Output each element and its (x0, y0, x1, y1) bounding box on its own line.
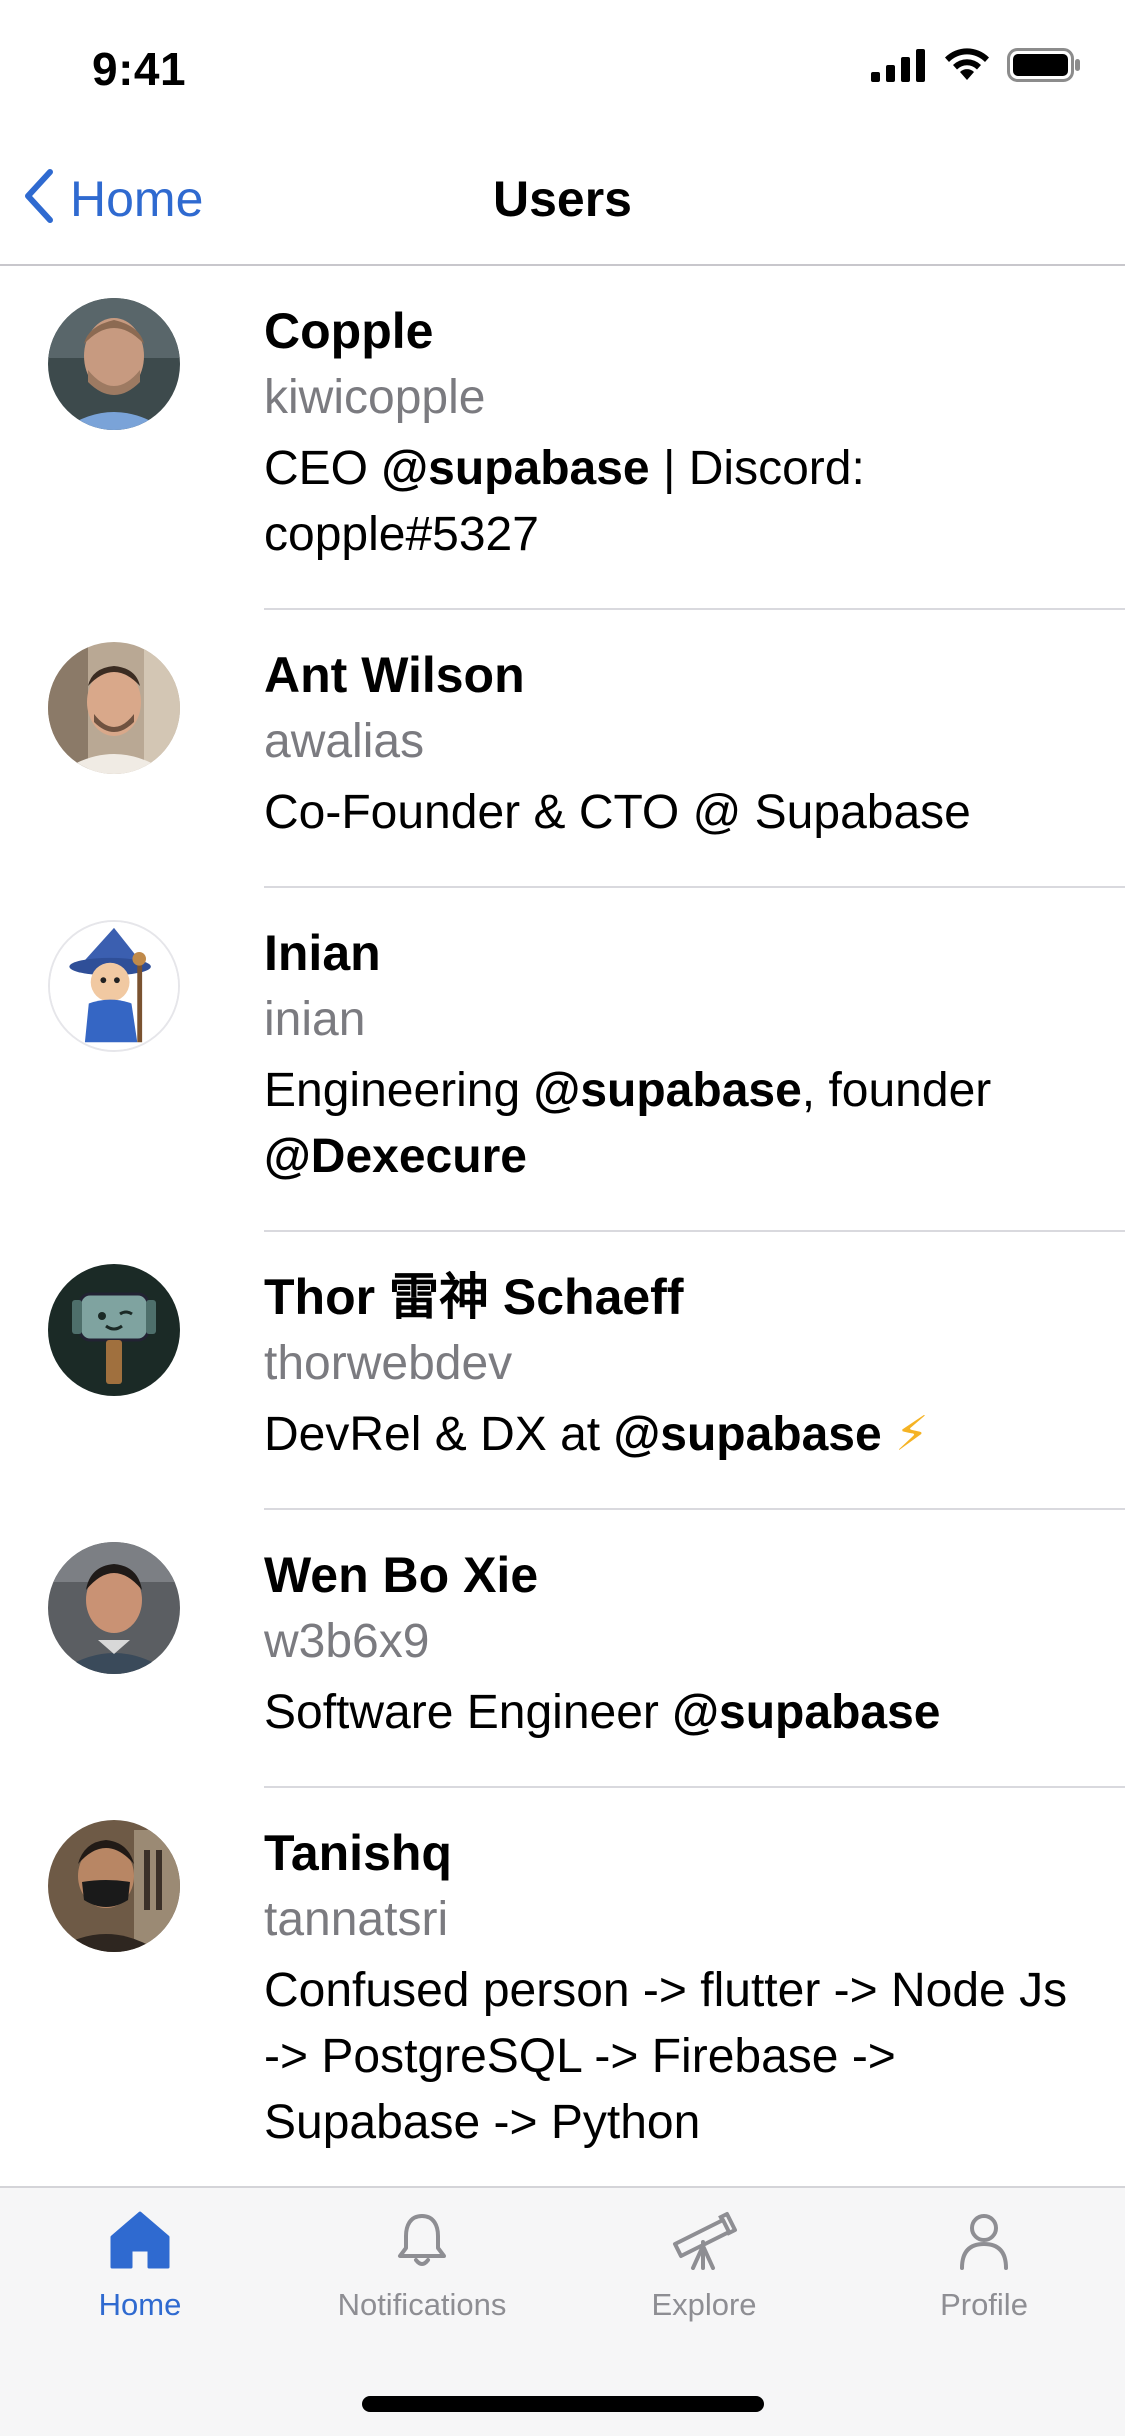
tab-label: Notifications (337, 2287, 507, 2322)
user-row[interactable]: Wen Bo Xie w3b6x9 Software Engineer @sup… (0, 1510, 1125, 1788)
status-bar: 9:41 (0, 0, 1125, 132)
tab-home[interactable]: Home (40, 2210, 240, 2323)
user-list[interactable]: Copple kiwicopple CEO @supabase | Discor… (0, 266, 1125, 2186)
user-name: Wen Bo Xie (264, 1547, 539, 1603)
user-row[interactable]: Thor 雷神 Schaeff thorwebdev DevRel & DX a… (0, 1232, 1125, 1510)
user-bio: CEO @supabase | Discord: copple#5327 (264, 442, 865, 561)
avatar (48, 1264, 180, 1396)
user-handle: awalias (264, 715, 425, 768)
user-bio: DevRel & DX at @supabase ⚡ (264, 1408, 929, 1461)
user-handle: kiwicopple (264, 371, 486, 424)
user-name: Ant Wilson (264, 647, 525, 703)
user-handle: thorwebdev (264, 1337, 513, 1390)
navigation-bar: Home Users (0, 132, 1125, 266)
user-name: Tanishq (264, 1825, 452, 1881)
status-icons (871, 48, 1081, 82)
battery-icon (1007, 48, 1081, 82)
wifi-icon (943, 48, 991, 82)
user-handle: inian (264, 993, 366, 1046)
signal-icon (871, 48, 927, 82)
user-row[interactable]: Ant Wilson awalias Co-Founder & CTO @ Su… (0, 610, 1125, 888)
user-bio: Co-Founder & CTO @ Supabase (264, 786, 971, 839)
home-icon (109, 2210, 171, 2275)
user-row-content: Ant Wilson awalias Co-Founder & CTO @ Su… (264, 642, 1125, 888)
page-title: Users (493, 171, 632, 227)
tab-profile[interactable]: Profile (884, 2210, 1084, 2323)
user-row-content: Inian inian Engineering @supabase, found… (264, 920, 1125, 1232)
user-row-content: Thor 雷神 Schaeff thorwebdev DevRel & DX a… (264, 1264, 1125, 1510)
home-indicator (362, 2396, 764, 2412)
user-name: Copple (264, 303, 434, 359)
avatar (48, 920, 180, 1052)
telescope-icon (669, 2210, 739, 2275)
user-bio: Engineering @supabase, founder @Dexecure (264, 1064, 992, 1183)
avatar (48, 642, 180, 774)
user-handle: w3b6x9 (264, 1615, 430, 1668)
avatar (48, 298, 180, 430)
tab-label: Home (98, 2287, 182, 2322)
user-handle: tannatsri (264, 1893, 449, 1946)
avatar (48, 1542, 180, 1674)
tab-explore[interactable]: Explore (604, 2210, 804, 2323)
user-row[interactable]: Tanishq tannatsri Confused person -> flu… (0, 1788, 1125, 2186)
bell-icon (392, 2210, 452, 2275)
user-row-content: Tanishq tannatsri Confused person -> flu… (264, 1820, 1125, 2186)
users-screen: 9:41 Home Users Copple kiwicopple CEO @s… (0, 0, 1125, 2436)
user-name: Inian (264, 925, 381, 981)
avatar (48, 1820, 180, 1952)
tab-label: Explore (651, 2287, 757, 2322)
user-bio: Confused person -> flutter -> Node Js ->… (264, 1964, 1068, 2149)
tab-label: Profile (940, 2287, 1028, 2322)
user-row[interactable]: Inian inian Engineering @supabase, found… (0, 888, 1125, 1232)
user-row-content: Wen Bo Xie w3b6x9 Software Engineer @sup… (264, 1542, 1125, 1788)
user-bio: Software Engineer @supabase (264, 1686, 941, 1739)
user-row-content: Copple kiwicopple CEO @supabase | Discor… (264, 298, 1125, 610)
user-name: Thor 雷神 Schaeff (264, 1269, 684, 1325)
tab-bar: Home Notifications Explore Profile (0, 2186, 1125, 2436)
user-row[interactable]: Copple kiwicopple CEO @supabase | Discor… (0, 266, 1125, 610)
person-icon (954, 2210, 1014, 2275)
tab-notifications[interactable]: Notifications (322, 2210, 522, 2323)
status-time: 9:41 (92, 43, 187, 95)
